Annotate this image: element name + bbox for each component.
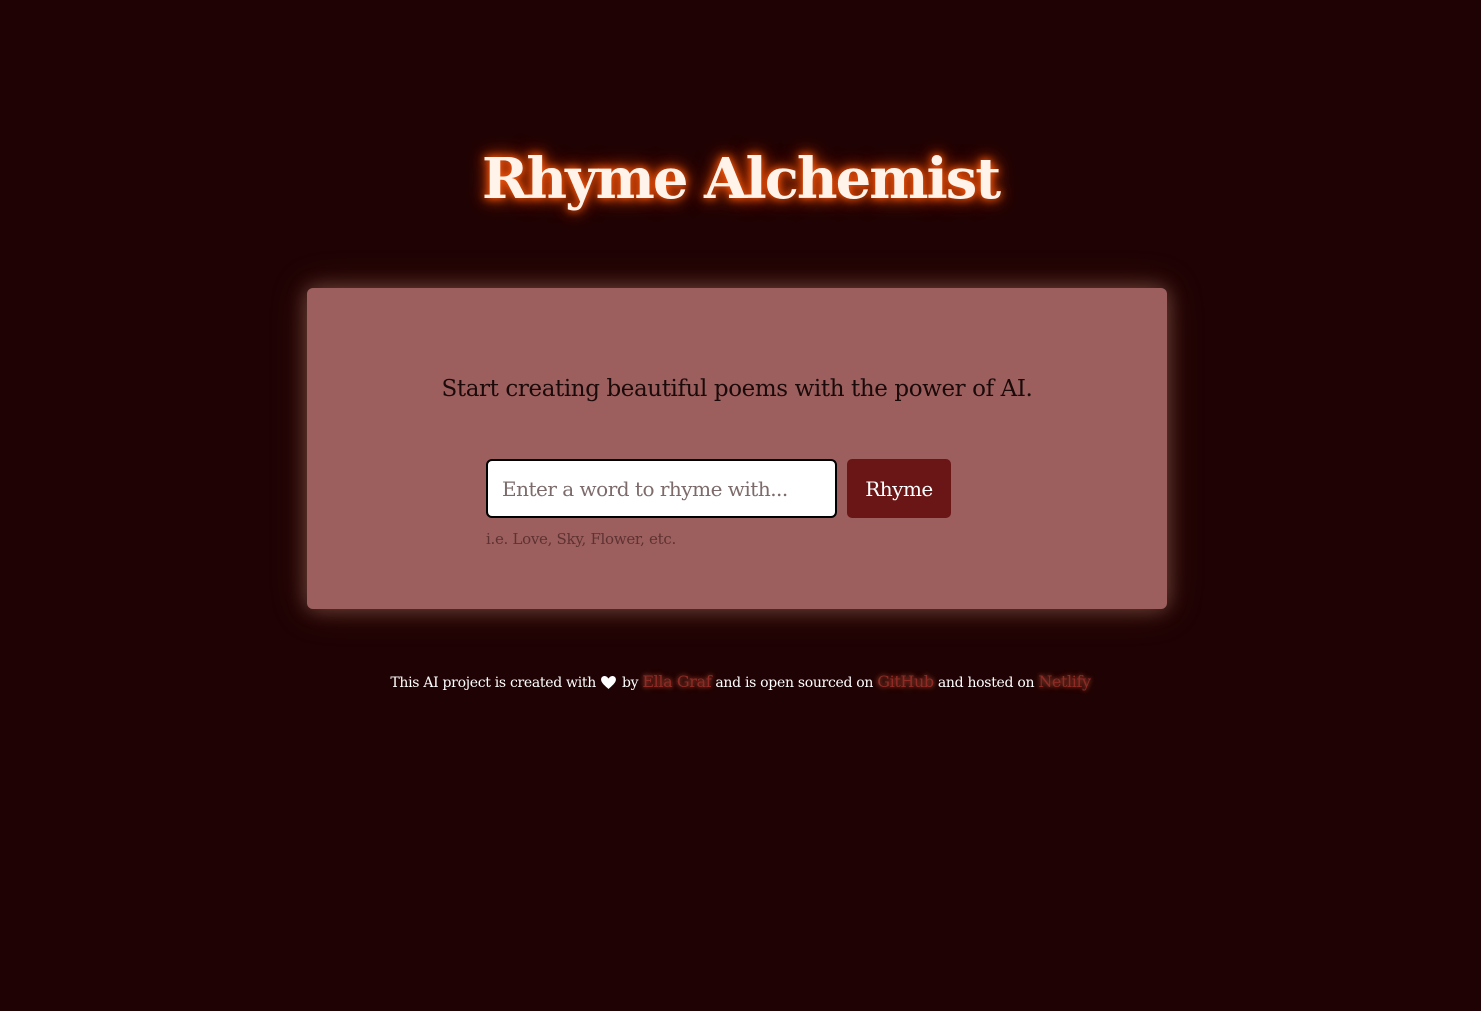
footer: This AI project is created with by Ella G… <box>0 670 1481 697</box>
footer-text-created: This AI project is created with <box>390 675 596 691</box>
input-hint: i.e. Love, Sky, Flower, etc. <box>486 530 676 548</box>
footer-text-open-sourced: and is open sourced on <box>715 675 874 691</box>
page-title: Rhyme Alchemist <box>481 146 1001 212</box>
rhyme-button[interactable]: Rhyme <box>847 459 951 518</box>
footer-text-hosted: and hosted on <box>937 675 1035 691</box>
rhyme-word-input[interactable] <box>486 459 837 518</box>
heart-icon <box>601 673 616 697</box>
footer-text-by: by <box>621 675 639 691</box>
tagline: Start creating beautiful poems with the … <box>441 376 1033 402</box>
rhyme-card: Start creating beautiful poems with the … <box>307 288 1167 609</box>
netlify-link[interactable]: Netlify <box>1038 672 1091 691</box>
author-link[interactable]: Ella Graf <box>642 672 711 691</box>
github-link[interactable]: GitHub <box>877 672 934 691</box>
